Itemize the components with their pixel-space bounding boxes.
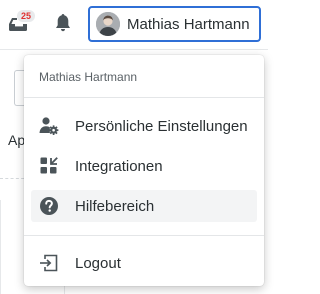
- menu-item-help-center[interactable]: Hilfebereich: [31, 190, 257, 222]
- logout-icon: [40, 254, 58, 272]
- bell-icon: [56, 14, 70, 32]
- avatar: [96, 12, 120, 36]
- menu-item-label: Hilfebereich: [75, 198, 155, 215]
- menu-item-label: Integrationen: [75, 158, 163, 175]
- user-settings-icon: [39, 117, 59, 135]
- background-divider: [0, 200, 1, 294]
- menu-header: Mathias Hartmann: [39, 70, 138, 84]
- menu-item-logout[interactable]: Logout: [31, 247, 257, 279]
- user-dropdown-menu: Mathias Hartmann Persönliche Einstellung…: [24, 55, 264, 286]
- integrations-icon: [40, 157, 58, 174]
- inbox-button[interactable]: 25: [6, 10, 35, 36]
- menu-item-integrations[interactable]: Integrationen: [31, 150, 257, 182]
- menu-divider: [24, 97, 264, 98]
- menu-item-personal-settings[interactable]: Persönliche Einstellungen: [31, 110, 257, 142]
- help-icon: [40, 197, 58, 215]
- user-menu-button[interactable]: Mathias Hartmann: [88, 6, 261, 42]
- notifications-button[interactable]: [50, 10, 76, 36]
- inbox-count-badge: 25: [17, 10, 35, 22]
- header-divider: [0, 49, 268, 50]
- menu-item-label: Logout: [75, 255, 121, 272]
- menu-item-label: Persönliche Einstellungen: [75, 118, 248, 135]
- user-name: Mathias Hartmann: [127, 15, 250, 33]
- background-partial-text: Ap: [8, 132, 26, 148]
- menu-divider: [24, 235, 264, 236]
